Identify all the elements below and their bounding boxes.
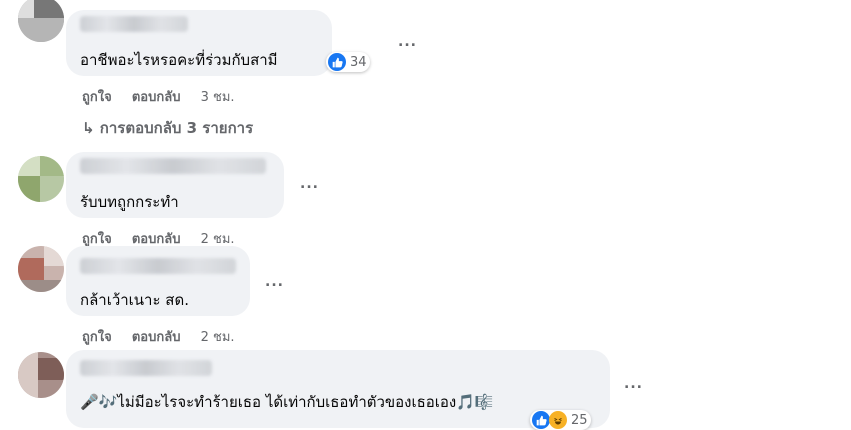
more-options-icon[interactable]: ... bbox=[300, 176, 319, 192]
avatar[interactable] bbox=[18, 0, 64, 42]
commenter-name-blurred[interactable] bbox=[80, 258, 236, 274]
avatar[interactable] bbox=[18, 352, 64, 398]
timestamp[interactable]: 3 ชม. bbox=[201, 90, 235, 105]
comment-actions: ถูกใจ ตอบกลับ 3 ชม. bbox=[82, 86, 235, 107]
reaction-summary[interactable]: 34 bbox=[326, 52, 370, 72]
comment-text: รับบทถูกกระทำ bbox=[80, 193, 179, 211]
reply-button[interactable]: ตอบกลับ bbox=[132, 330, 181, 345]
more-options-icon[interactable]: ... bbox=[265, 274, 284, 290]
like-button[interactable]: ถูกใจ bbox=[82, 232, 112, 247]
reply-button[interactable]: ตอบกลับ bbox=[132, 232, 181, 247]
thumbs-up-icon bbox=[532, 411, 550, 429]
comment-text: อาชีพอะไรหรอคะที่ร่วมกับสามี bbox=[80, 51, 278, 69]
laughing-face-icon bbox=[549, 411, 567, 429]
reaction-count: 25 bbox=[571, 412, 588, 428]
timestamp[interactable]: 2 ชม. bbox=[201, 330, 235, 345]
comment-text: 🎤🎶ไม่มีอะไรจะทำร้ายเธอ ได้เท่ากับเธอทำตั… bbox=[80, 393, 494, 411]
more-options-icon[interactable]: ... bbox=[624, 376, 643, 392]
commenter-name-blurred[interactable] bbox=[80, 360, 212, 376]
comment-actions: ถูกใจ ตอบกลับ 2 ชม. bbox=[82, 326, 235, 347]
comment-bubble: รับบทถูกกระทำ bbox=[66, 152, 284, 218]
comment-bubble: อาชีพอะไรหรอคะที่ร่วมกับสามี bbox=[66, 10, 332, 76]
reaction-count: 34 bbox=[350, 54, 367, 70]
comment-bubble: กล้าเว้าเนาะ สด. bbox=[66, 246, 250, 316]
avatar[interactable] bbox=[18, 246, 64, 292]
reply-button[interactable]: ตอบกลับ bbox=[132, 90, 181, 105]
comment-bubble: 🎤🎶ไม่มีอะไรจะทำร้ายเธอ ได้เท่ากับเธอทำตั… bbox=[66, 350, 610, 428]
avatar[interactable] bbox=[18, 156, 64, 202]
commenter-name-blurred[interactable] bbox=[80, 158, 266, 174]
comment-text: กล้าเว้าเนาะ สด. bbox=[80, 291, 189, 309]
timestamp[interactable]: 2 ชม. bbox=[201, 232, 235, 247]
like-button[interactable]: ถูกใจ bbox=[82, 90, 112, 105]
thumbs-up-icon bbox=[328, 53, 346, 71]
reaction-summary[interactable]: 25 bbox=[530, 410, 591, 430]
view-replies-link[interactable]: ↳ การตอบกลับ 3 รายการ bbox=[82, 116, 253, 140]
more-options-icon[interactable]: ... bbox=[398, 34, 417, 50]
like-button[interactable]: ถูกใจ bbox=[82, 330, 112, 345]
commenter-name-blurred[interactable] bbox=[80, 16, 188, 32]
